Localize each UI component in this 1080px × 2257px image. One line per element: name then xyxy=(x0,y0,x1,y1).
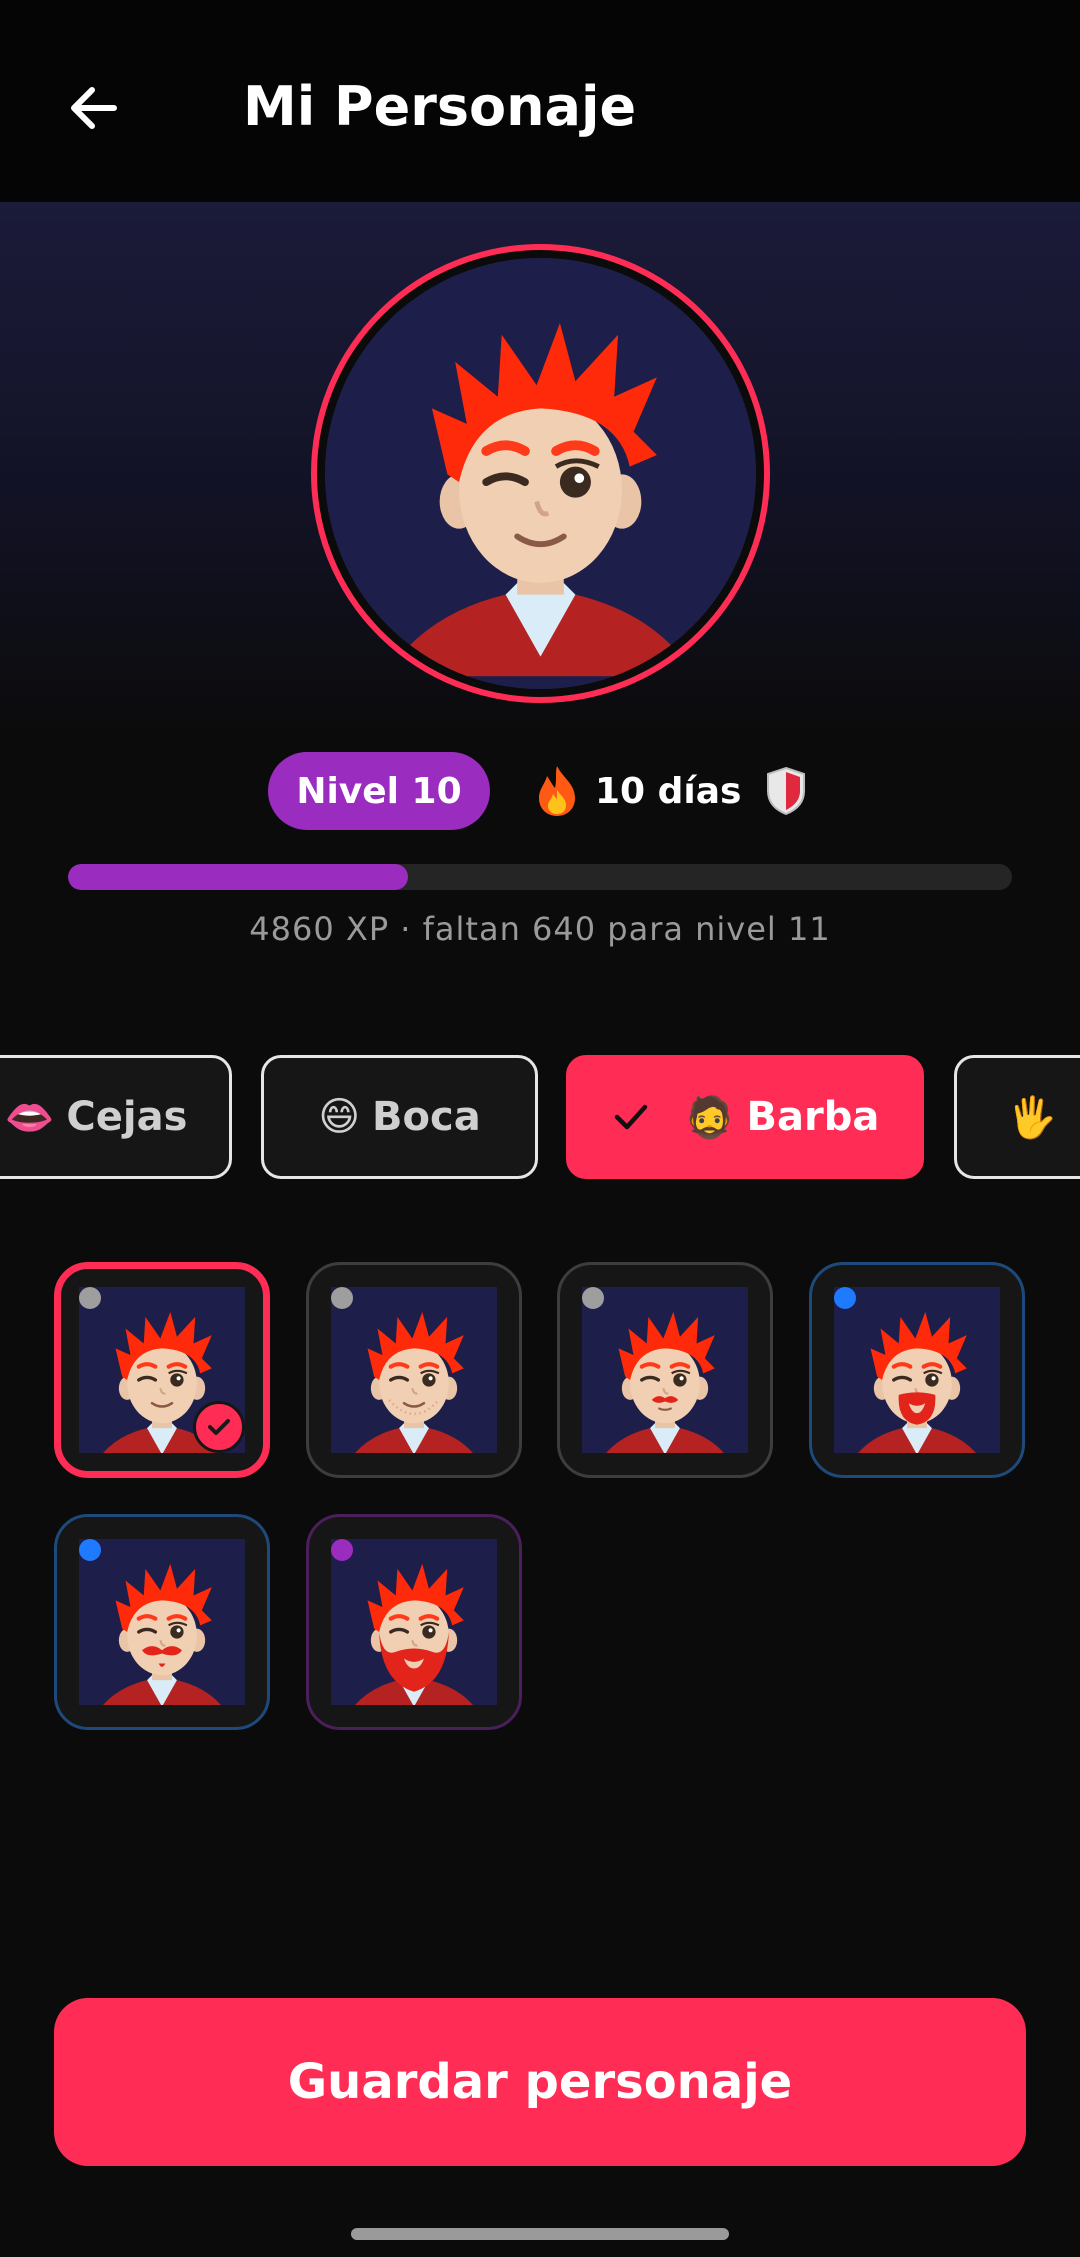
option-preview xyxy=(331,1287,497,1453)
avatar-image xyxy=(325,258,756,689)
xp-progress-bar xyxy=(68,864,1012,890)
beard-option-none[interactable] xyxy=(54,1262,270,1478)
arrow-left-icon xyxy=(71,87,117,129)
option-preview xyxy=(582,1287,748,1453)
top-bar: Mi Personaje xyxy=(0,0,1080,202)
streak-info: 10 días xyxy=(533,752,809,830)
back-button[interactable] xyxy=(54,68,134,148)
beard-option-handlebar[interactable] xyxy=(54,1514,270,1730)
rarity-dot xyxy=(331,1287,353,1309)
grin-face-icon: 😄 xyxy=(318,1094,361,1140)
level-badge: Nivel 10 xyxy=(268,752,490,830)
check-icon xyxy=(614,1104,647,1130)
avatar xyxy=(311,244,770,703)
chip-cejas[interactable]: 👄 Cejas xyxy=(0,1055,232,1179)
chip-barba[interactable]: 🧔 Barba xyxy=(566,1055,924,1179)
rarity-dot xyxy=(79,1539,101,1561)
rarity-dot xyxy=(582,1287,604,1309)
rarity-dot xyxy=(331,1539,353,1561)
option-preview xyxy=(331,1539,497,1705)
home-indicator[interactable] xyxy=(351,2228,729,2240)
rarity-dot xyxy=(79,1287,101,1309)
xp-progress-fill xyxy=(68,864,408,890)
app-screen: Mi Personaje Nivel 10 10 días 4860 XP · … xyxy=(0,0,1080,2257)
chip-label: Boca xyxy=(372,1094,481,1140)
beard-option-full-beard[interactable] xyxy=(306,1514,522,1730)
chip-label: Barba xyxy=(746,1094,880,1140)
save-character-button[interactable]: Guardar personaje xyxy=(54,1998,1026,2166)
beard-option-goatee[interactable] xyxy=(809,1262,1025,1478)
level-row: Nivel 10 10 días xyxy=(0,752,1080,832)
shield-icon xyxy=(767,766,806,816)
selected-check-icon xyxy=(193,1401,245,1453)
category-chips: 👄 Cejas 😄 Boca 🧔 Barba 🖐 xyxy=(0,1055,1080,1179)
raised-hand-icon: 🖐 xyxy=(1007,1094,1057,1141)
rarity-dot xyxy=(834,1287,856,1309)
streak-label: 10 días xyxy=(595,770,742,812)
option-preview xyxy=(79,1539,245,1705)
page-title: Mi Personaje xyxy=(243,75,637,138)
beard-option-mustache[interactable] xyxy=(557,1262,773,1478)
option-preview xyxy=(834,1287,1000,1453)
xp-text: 4860 XP · faltan 640 para nivel 11 xyxy=(249,910,831,948)
fire-icon xyxy=(539,766,575,816)
chip-boca[interactable]: 😄 Boca xyxy=(261,1055,538,1179)
beard-option-stubble[interactable] xyxy=(306,1262,522,1478)
chip-next[interactable]: 🖐 xyxy=(954,1055,1080,1179)
lips-icon: 👄 xyxy=(4,1094,55,1141)
chip-label: Cejas xyxy=(66,1094,188,1140)
bearded-person-icon: 🧔 xyxy=(684,1094,735,1141)
character-illustration xyxy=(325,258,756,689)
